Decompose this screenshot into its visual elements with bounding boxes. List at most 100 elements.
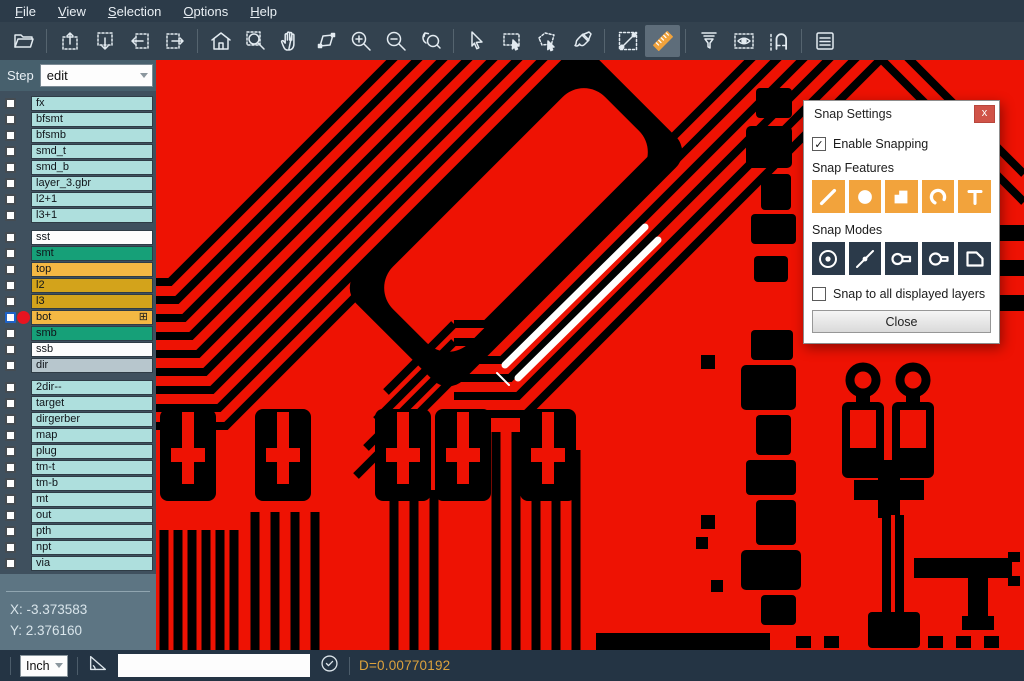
- measure-ruler-icon[interactable]: [645, 25, 680, 57]
- layer-name-smb[interactable]: smb: [31, 326, 153, 341]
- layer-name-l2[interactable]: l2: [31, 278, 153, 293]
- layer-name-dirgerber[interactable]: dirgerber: [31, 412, 153, 427]
- step-dropdown[interactable]: edit: [40, 64, 153, 87]
- layer-visibility-checkbox[interactable]: [5, 114, 16, 125]
- layer-name-l2+1[interactable]: l2+1: [31, 192, 153, 207]
- layer-name-mt[interactable]: mt: [31, 492, 153, 507]
- layer-name-tm-b[interactable]: tm-b: [31, 476, 153, 491]
- layer-visibility-checkbox[interactable]: [5, 232, 16, 243]
- filter-icon[interactable]: [691, 25, 726, 57]
- menu-item-file[interactable]: File: [4, 2, 47, 21]
- snap-feature-pad-button[interactable]: [885, 180, 918, 213]
- layer-visibility-checkbox[interactable]: [5, 446, 16, 457]
- layer-visibility-checkbox[interactable]: [5, 98, 16, 109]
- layer-visibility-checkbox[interactable]: [5, 558, 16, 569]
- dialog-close-button[interactable]: Close: [812, 310, 991, 333]
- menu-item-help[interactable]: Help: [239, 2, 288, 21]
- snap-mode-contour-button[interactable]: [958, 242, 991, 275]
- layer-visibility-checkbox[interactable]: [5, 130, 16, 141]
- snap-magnet-icon[interactable]: [761, 25, 796, 57]
- layer-name-smt[interactable]: smt: [31, 246, 153, 261]
- layer-visibility-checkbox[interactable]: [5, 248, 16, 259]
- confirm-circle-icon[interactable]: [319, 653, 340, 679]
- angle-measure-icon[interactable]: [87, 652, 109, 679]
- enable-snapping-checkbox[interactable]: ✓: [812, 137, 826, 151]
- menu-item-view[interactable]: View: [47, 2, 97, 21]
- layer-name-layer_3.gbr[interactable]: layer_3.gbr: [31, 176, 153, 191]
- layer-name-dir[interactable]: dir: [31, 358, 153, 373]
- layer-name-bfsmb[interactable]: bfsmb: [31, 128, 153, 143]
- layer-visibility-checkbox[interactable]: [5, 414, 16, 425]
- layer-visibility-checkbox[interactable]: [5, 462, 16, 473]
- zoom-window-icon[interactable]: [238, 25, 273, 57]
- dialog-title-bar[interactable]: Snap Settings x: [804, 101, 999, 126]
- layer-name-2dir--[interactable]: 2dir--: [31, 380, 153, 395]
- measure-line-icon[interactable]: [610, 25, 645, 57]
- pan-hand-icon[interactable]: [273, 25, 308, 57]
- snap-mode-point-on-line-button[interactable]: [849, 242, 882, 275]
- layer-visibility-checkbox[interactable]: [5, 178, 16, 189]
- layer-name-sst[interactable]: sst: [31, 230, 153, 245]
- menu-item-selection[interactable]: Selection: [97, 2, 172, 21]
- layers-list-icon[interactable]: [807, 25, 842, 57]
- clear-brush-icon[interactable]: [564, 25, 599, 57]
- layer-name-smd_t[interactable]: smd_t: [31, 144, 153, 159]
- snap-mode-center-button[interactable]: [812, 242, 845, 275]
- layer-visibility-checkbox[interactable]: [5, 494, 16, 505]
- menu-item-options[interactable]: Options: [172, 2, 239, 21]
- layer-name-pth[interactable]: pth: [31, 524, 153, 539]
- layer-name-out[interactable]: out: [31, 508, 153, 523]
- layer-visibility-checkbox[interactable]: [5, 296, 16, 307]
- layer-visibility-checkbox[interactable]: [5, 162, 16, 173]
- pan-left-icon[interactable]: [122, 25, 157, 57]
- layer-visibility-checkbox[interactable]: [5, 280, 16, 291]
- open-folder-icon[interactable]: [6, 25, 41, 57]
- layer-name-fx[interactable]: fx: [31, 96, 153, 111]
- layer-name-top[interactable]: top: [31, 262, 153, 277]
- select-cursor-icon[interactable]: [459, 25, 494, 57]
- layer-name-via[interactable]: via: [31, 556, 153, 571]
- layer-visibility-checkbox[interactable]: [5, 344, 16, 355]
- close-icon[interactable]: x: [974, 105, 995, 123]
- layer-visibility-checkbox[interactable]: [5, 210, 16, 221]
- layer-name-npt[interactable]: npt: [31, 540, 153, 555]
- layer-visibility-checkbox[interactable]: [5, 526, 16, 537]
- zoom-object-icon[interactable]: [308, 25, 343, 57]
- layer-visibility-checkbox[interactable]: [5, 264, 16, 275]
- layer-visibility-checkbox[interactable]: [5, 360, 16, 371]
- pan-up-icon[interactable]: [52, 25, 87, 57]
- layer-name-plug[interactable]: plug: [31, 444, 153, 459]
- layer-visibility-checkbox[interactable]: [5, 146, 16, 157]
- layer-name-smd_b[interactable]: smd_b: [31, 160, 153, 175]
- layer-name-bfsmt[interactable]: bfsmt: [31, 112, 153, 127]
- layer-name-bot[interactable]: bot⊞: [31, 310, 153, 325]
- layer-visibility-checkbox[interactable]: [5, 194, 16, 205]
- layer-visibility-checkbox[interactable]: [5, 430, 16, 441]
- layer-name-target[interactable]: target: [31, 396, 153, 411]
- layer-visibility-checkbox[interactable]: [5, 328, 16, 339]
- layer-visibility-checkbox[interactable]: [5, 312, 16, 323]
- snap-feature-arc-button[interactable]: [922, 180, 955, 213]
- zoom-in-icon[interactable]: [343, 25, 378, 57]
- layer-name-tm-t[interactable]: tm-t: [31, 460, 153, 475]
- view-selection-icon[interactable]: [726, 25, 761, 57]
- layer-visibility-checkbox[interactable]: [5, 510, 16, 521]
- layer-visibility-checkbox[interactable]: [5, 478, 16, 489]
- pan-right-icon[interactable]: [157, 25, 192, 57]
- select-rectangle-icon[interactable]: [494, 25, 529, 57]
- snap-all-layers-checkbox[interactable]: [812, 287, 826, 301]
- pan-down-icon[interactable]: [87, 25, 122, 57]
- zoom-out-icon[interactable]: [378, 25, 413, 57]
- layer-name-ssb[interactable]: ssb: [31, 342, 153, 357]
- unit-dropdown[interactable]: Inch: [20, 655, 68, 677]
- select-polygon-icon[interactable]: [529, 25, 564, 57]
- layer-visibility-checkbox[interactable]: [5, 398, 16, 409]
- snap-mode-oblong-key-open-button[interactable]: [922, 242, 955, 275]
- snap-feature-text-button[interactable]: [958, 180, 991, 213]
- snap-feature-line-button[interactable]: [812, 180, 845, 213]
- layer-name-l3[interactable]: l3: [31, 294, 153, 309]
- zoom-home-icon[interactable]: [203, 25, 238, 57]
- layer-visibility-checkbox[interactable]: [5, 542, 16, 553]
- layer-name-map[interactable]: map: [31, 428, 153, 443]
- snap-mode-oblong-key-button[interactable]: [885, 242, 918, 275]
